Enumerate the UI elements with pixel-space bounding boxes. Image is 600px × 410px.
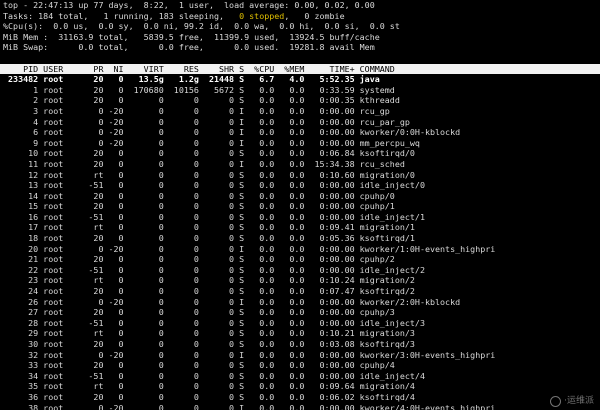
process-row[interactable]: 2 root 20 0 0 0 0 S 0.0 0.0 0:00.35 kthr… [0, 95, 600, 106]
tasks-stopped-count: 0 stopped [239, 10, 285, 21]
process-row[interactable]: 9 root 0 -20 0 0 0 I 0.0 0.0 0:00.00 mm_… [0, 138, 600, 149]
watermark-text: ·运维派 [564, 396, 594, 407]
process-row[interactable]: 24 root 20 0 0 0 0 S 0.0 0.0 0:07.47 kso… [0, 286, 600, 297]
watermark: ·运维派 [550, 396, 594, 407]
process-row[interactable]: 17 root rt 0 0 0 0 S 0.0 0.0 0:09.41 mig… [0, 222, 600, 233]
process-row[interactable]: 6 root 0 -20 0 0 0 I 0.0 0.0 0:00.00 kwo… [0, 127, 600, 138]
process-row[interactable]: 21 root 20 0 0 0 0 S 0.0 0.0 0:00.00 cpu… [0, 254, 600, 265]
process-row[interactable]: 233482 root 20 0 13.5g 1.2g 21448 S 6.7 … [0, 74, 600, 85]
process-row[interactable]: 32 root 0 -20 0 0 0 I 0.0 0.0 0:00.00 kw… [0, 350, 600, 361]
tasks-zombie-text: , 0 zombie [284, 10, 345, 21]
process-row[interactable]: 36 root 20 0 0 0 0 S 0.0 0.0 0:06.02 kso… [0, 392, 600, 403]
process-row[interactable]: 34 root -51 0 0 0 0 S 0.0 0.0 0:00.00 id… [0, 371, 600, 382]
process-row[interactable]: 38 root 0 -20 0 0 0 I 0.0 0.0 0:00.00 kw… [0, 403, 600, 410]
process-row[interactable]: 26 root 0 -20 0 0 0 I 0.0 0.0 0:00.00 kw… [0, 297, 600, 308]
process-list[interactable]: 233482 root 20 0 13.5g 1.2g 21448 S 6.7 … [0, 74, 600, 410]
process-row[interactable]: 28 root -51 0 0 0 0 S 0.0 0.0 0:00.00 id… [0, 318, 600, 329]
watermark-logo-icon [550, 396, 562, 407]
cpu-line: %Cpu(s): 0.0 us, 0.0 sy, 0.0 ni, 99.2 id… [3, 21, 400, 32]
process-row[interactable]: 35 root rt 0 0 0 0 S 0.0 0.0 0:09.64 mig… [0, 381, 600, 392]
uptime-line: top - 22:47:13 up 77 days, 8:22, 1 user,… [3, 0, 375, 10]
process-row[interactable]: 14 root 20 0 0 0 0 S 0.0 0.0 0:00.00 cpu… [0, 191, 600, 202]
process-row[interactable]: 30 root 20 0 0 0 0 S 0.0 0.0 0:03.08 kso… [0, 339, 600, 350]
process-row[interactable]: 33 root 20 0 0 0 0 S 0.0 0.0 0:00.00 cpu… [0, 360, 600, 371]
process-row[interactable]: 4 root 0 -20 0 0 0 I 0.0 0.0 0:00.00 rcu… [0, 117, 600, 128]
process-row[interactable]: 18 root 20 0 0 0 0 S 0.0 0.0 0:05.36 kso… [0, 233, 600, 244]
terminal-window[interactable]: top - 22:47:13 up 77 days, 8:22, 1 user,… [0, 0, 600, 410]
process-row[interactable]: 3 root 0 -20 0 0 0 I 0.0 0.0 0:00.00 rcu… [0, 106, 600, 117]
swap-line: MiB Swap: 0.0 total, 0.0 free, 0.0 used.… [3, 42, 375, 53]
tasks-line: Tasks: 184 total, 1 running, 183 sleepin… [0, 11, 600, 22]
process-row[interactable]: 13 root -51 0 0 0 0 S 0.0 0.0 0:00.00 id… [0, 180, 600, 191]
process-row[interactable]: 20 root 0 -20 0 0 0 I 0.0 0.0 0:00.00 kw… [0, 244, 600, 255]
mem-line: MiB Mem : 31163.9 total, 5839.5 free, 11… [3, 31, 380, 42]
process-row[interactable]: 29 root rt 0 0 0 0 S 0.0 0.0 0:10.21 mig… [0, 328, 600, 339]
process-row[interactable]: 11 root 20 0 0 0 0 I 0.0 0.0 15:34.38 rc… [0, 159, 600, 170]
process-row[interactable]: 15 root 20 0 0 0 0 S 0.0 0.0 0:00.00 cpu… [0, 201, 600, 212]
process-table-header[interactable]: PID USER PR NI VIRT RES SHR S %CPU %MEM … [0, 63, 600, 75]
tasks-text: Tasks: 184 total, 1 running, 183 sleepin… [3, 10, 240, 21]
process-row[interactable]: 10 root 20 0 0 0 0 S 0.0 0.0 0:06.84 kso… [0, 148, 600, 159]
process-row[interactable]: 16 root -51 0 0 0 0 S 0.0 0.0 0:00.00 id… [0, 212, 600, 223]
process-row[interactable]: 27 root 20 0 0 0 0 S 0.0 0.0 0:00.00 cpu… [0, 307, 600, 318]
process-row[interactable]: 23 root rt 0 0 0 0 S 0.0 0.0 0:10.24 mig… [0, 275, 600, 286]
process-row[interactable]: 12 root rt 0 0 0 0 S 0.0 0.0 0:10.60 mig… [0, 170, 600, 181]
process-row[interactable]: 1 root 20 0 170680 10156 5672 S 0.0 0.0 … [0, 85, 600, 96]
process-row[interactable]: 22 root -51 0 0 0 0 S 0.0 0.0 0:00.00 id… [0, 265, 600, 276]
